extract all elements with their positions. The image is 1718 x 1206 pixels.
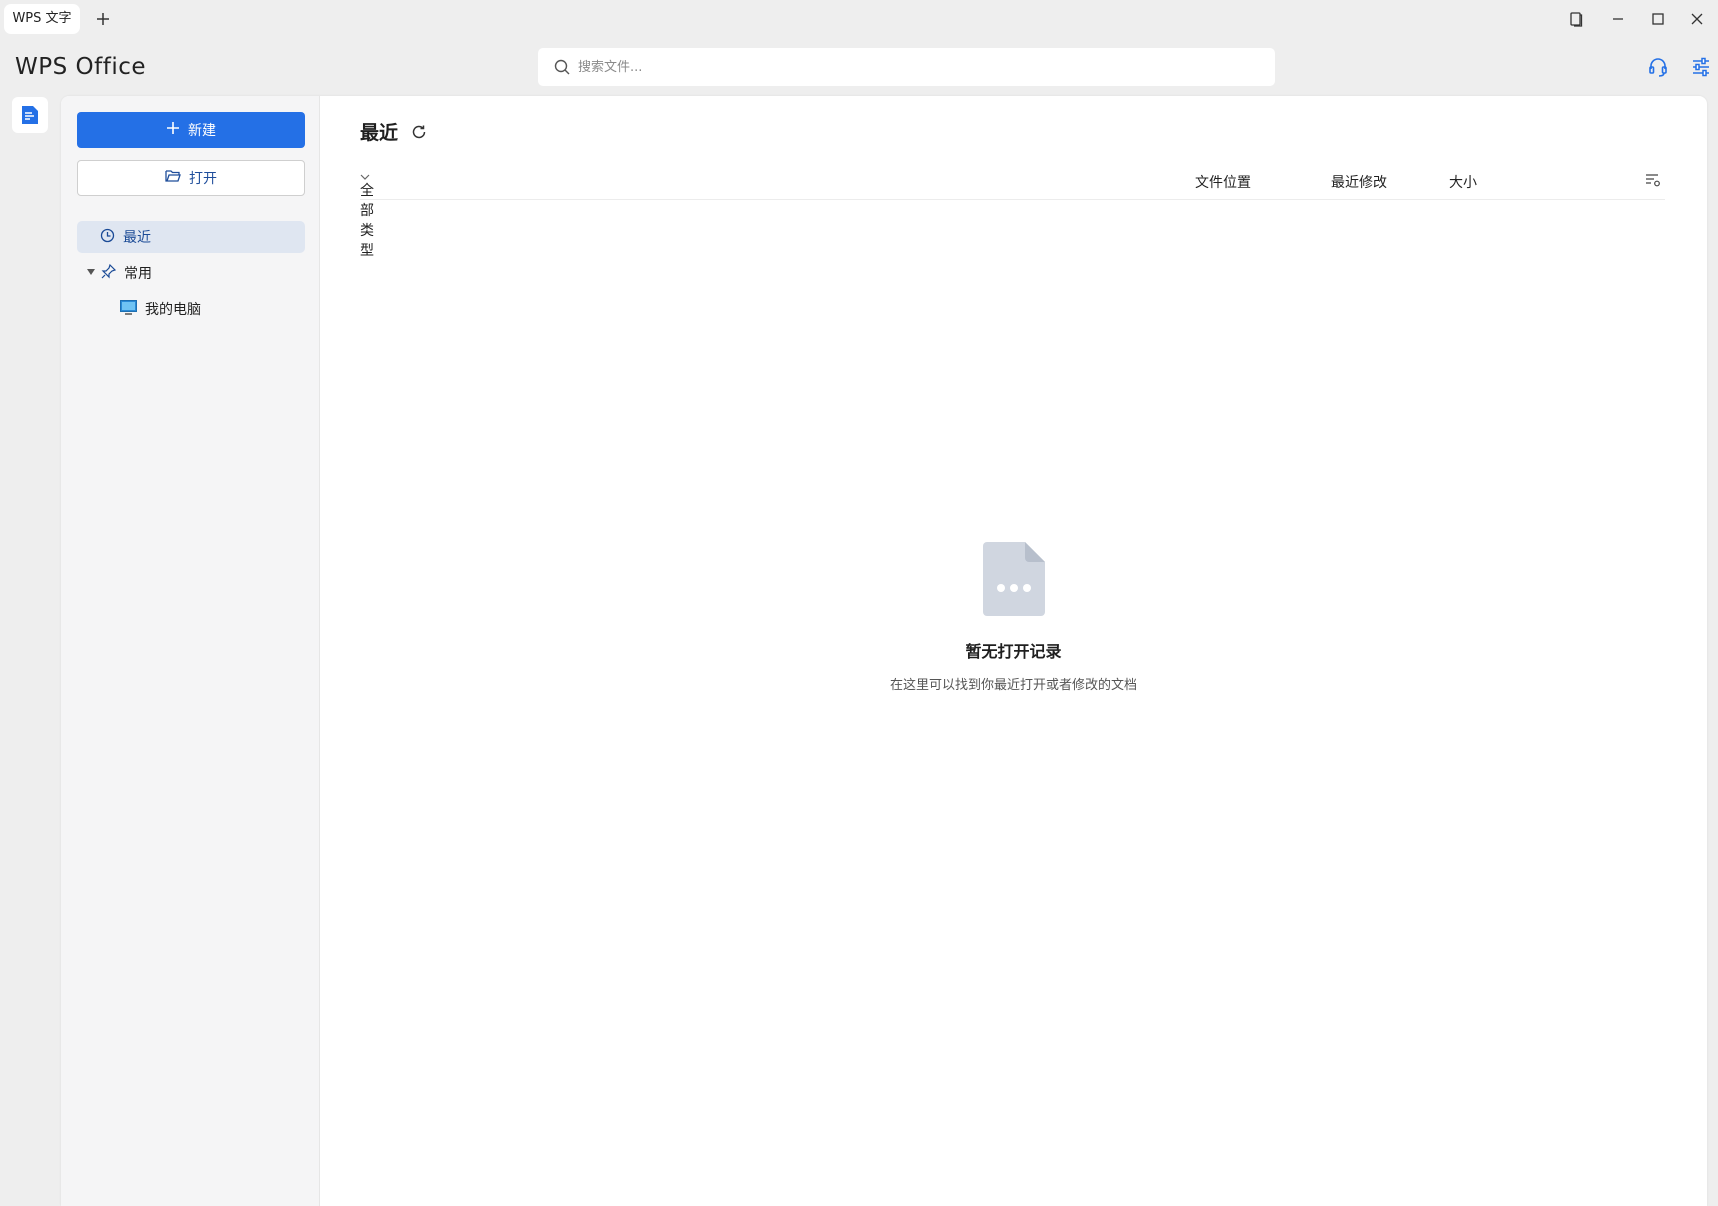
close-icon[interactable] xyxy=(1686,8,1708,30)
add-tab-icon[interactable] xyxy=(92,8,114,30)
sidebar-item-my-computer[interactable]: 我的电脑 xyxy=(77,293,305,325)
type-filter-dropdown[interactable]: 全部类型 xyxy=(360,172,374,259)
tab-label: WPS 文字 xyxy=(12,11,72,26)
file-list-header: 全部类型 文件位置 最近修改 大小 xyxy=(360,164,1665,259)
recent-content: 最近 全部类型 文件位置 最近修改 大小 暂无打开记录 在这里可以找到你最近打开… xyxy=(320,96,1707,1206)
sidebar-item-recent[interactable]: 最近 xyxy=(77,221,305,253)
folder-open-icon xyxy=(165,169,181,187)
tab-document[interactable]: WPS 文字 xyxy=(4,4,80,34)
app-logo: WPS Office xyxy=(15,54,147,80)
plus-icon xyxy=(166,121,180,139)
column-size[interactable]: 大小 xyxy=(1449,172,1477,192)
document-icon xyxy=(22,106,38,124)
empty-title: 暂无打开记录 xyxy=(965,642,1062,661)
settings-sliders-icon[interactable] xyxy=(1689,55,1713,79)
empty-file-icon xyxy=(982,542,1045,616)
sidebar-item-common[interactable]: 常用 xyxy=(77,257,305,289)
column-settings-icon[interactable] xyxy=(1645,172,1661,188)
search-input[interactable] xyxy=(578,48,1258,86)
new-button[interactable]: 新建 xyxy=(77,112,305,148)
sidebar-item-label: 常用 xyxy=(124,266,152,282)
clock-icon xyxy=(100,228,115,247)
refresh-icon[interactable] xyxy=(410,123,428,141)
column-modified[interactable]: 最近修改 xyxy=(1331,172,1387,192)
new-button-label: 新建 xyxy=(188,123,216,139)
expand-triangle-icon[interactable] xyxy=(86,265,96,281)
sidebar-item-label: 最近 xyxy=(123,230,151,246)
restore-window-icon[interactable] xyxy=(1565,8,1587,30)
open-button[interactable]: 打开 xyxy=(77,160,305,196)
sidebar: 新建 打开 最近 常用 我的电脑 xyxy=(61,96,320,1206)
headset-support-icon[interactable] xyxy=(1646,55,1670,79)
search-bar[interactable] xyxy=(538,48,1275,86)
maximize-icon[interactable] xyxy=(1647,8,1669,30)
main-panel: 新建 打开 最近 常用 我的电脑 最近 全部类型 文件位置 最近修改 大小 暂无… xyxy=(61,96,1707,1206)
empty-description: 在这里可以找到你最近打开或者修改的文档 xyxy=(889,678,1137,693)
monitor-icon xyxy=(120,299,137,319)
open-button-label: 打开 xyxy=(189,171,217,187)
column-location[interactable]: 文件位置 xyxy=(1195,172,1251,192)
minimize-icon[interactable] xyxy=(1607,8,1629,30)
search-icon xyxy=(553,58,571,76)
empty-state: 暂无打开记录 在这里可以找到你最近打开或者修改的文档 xyxy=(320,542,1707,693)
writer-app-button[interactable] xyxy=(12,97,48,133)
title-bar: WPS 文字 xyxy=(0,0,1718,40)
pin-icon xyxy=(101,263,117,283)
type-filter-label: 全部类型 xyxy=(360,183,374,259)
page-title: 最近 xyxy=(360,122,399,144)
sidebar-item-label: 我的电脑 xyxy=(145,302,201,318)
